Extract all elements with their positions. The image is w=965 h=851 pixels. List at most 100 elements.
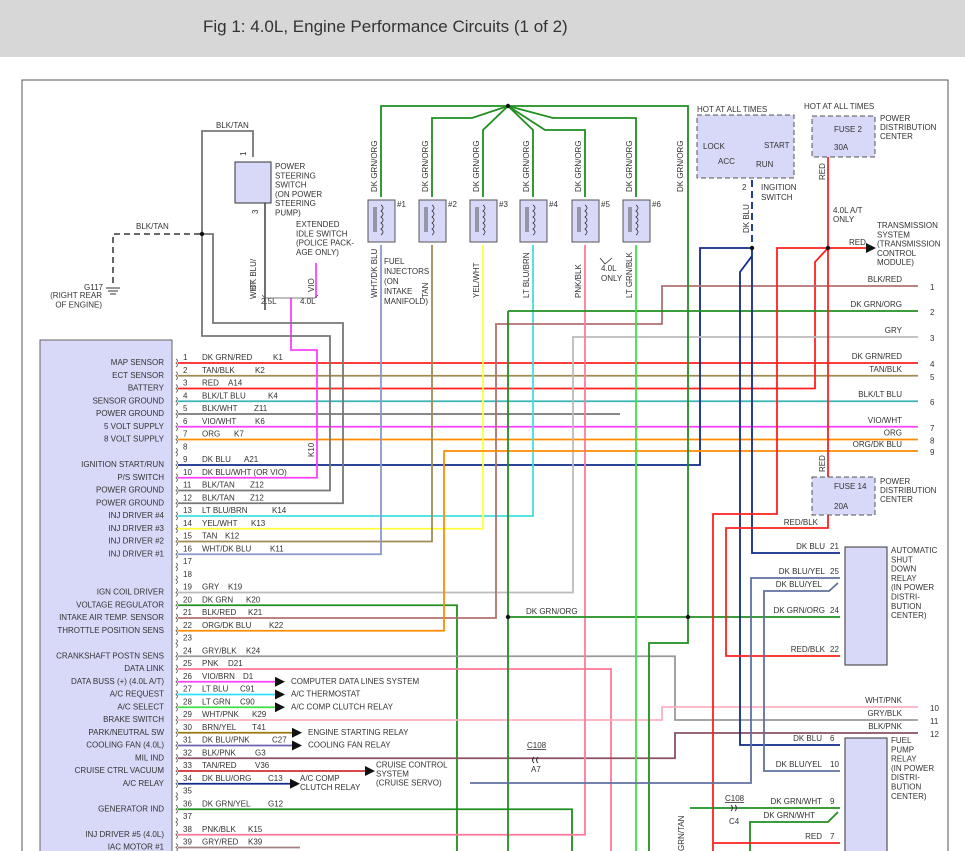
pin-function-label: PARK/NEUTRAL SW: [88, 728, 164, 737]
wire-color-label: YEL/WHT: [202, 519, 238, 528]
wire-color-label: BLK/RED: [202, 608, 236, 617]
label: CONTROL: [877, 249, 917, 258]
injector-number: #6: [652, 200, 661, 209]
splice-dot: [825, 245, 831, 251]
label: RELAY: [891, 574, 917, 583]
pin-number: 12: [183, 493, 192, 502]
circuit-code: K19: [228, 583, 243, 592]
pin-number: 39: [183, 838, 192, 847]
wire-color-label: LT BLU: [202, 685, 229, 694]
circuit-code: K39: [248, 838, 263, 847]
pin-connector-icon: [175, 626, 178, 636]
label: TRANSMISSION: [877, 221, 938, 230]
label: POWER: [275, 162, 305, 171]
wire-color-label: TAN/BLK: [869, 365, 902, 374]
circuit-code: Z12: [250, 481, 264, 490]
pin-function-label: IGNITION START/RUN: [81, 460, 164, 469]
label: PUMP: [891, 745, 914, 754]
label: MODULE): [877, 258, 914, 267]
pin-number: 2: [742, 183, 747, 192]
pin-function-label: INJ DRIVER #5 (4.0L): [85, 830, 164, 839]
wire-color-label: RED/BLK: [784, 518, 819, 527]
wire-color-label: DK GRN/ORG: [421, 140, 430, 192]
pin-function-label: DATA BUSS (+) (4.0L A/T): [71, 677, 164, 686]
fuel-injector: [469, 199, 498, 243]
wire-color-label: BLK/TAN: [216, 121, 249, 130]
wire-color-label: BLK/TAN: [202, 493, 235, 502]
pin-number: 6: [830, 734, 835, 743]
wire-color-label: LT BLU/BRN: [202, 506, 248, 515]
pin-number: 25: [183, 659, 192, 668]
circuit-code: G12: [268, 799, 284, 808]
circuit-code: D21: [228, 659, 243, 668]
label: 2.5L: [261, 297, 277, 306]
injector-number: #5: [601, 200, 610, 209]
wire-ground-dashed: [112, 233, 200, 286]
circuit-code: K14: [272, 506, 287, 515]
label: SWITCH: [761, 193, 793, 202]
circuit-code: C27: [272, 736, 287, 745]
label: FUEL: [384, 257, 405, 266]
label: WHT: [249, 281, 258, 299]
label: 4.0L: [300, 297, 316, 306]
label: SWITCH: [275, 181, 307, 190]
label: CENTER: [880, 495, 913, 504]
circuit-code: K10: [307, 442, 316, 457]
wire-color-label: BLK/PNK: [202, 748, 236, 757]
wire-injector-feed: [380, 105, 508, 197]
wire-color-label: DK GRN/ORG: [625, 140, 634, 192]
label: BUTION: [891, 602, 921, 611]
pin-number: 17: [183, 557, 192, 566]
circuit-code: Z12: [250, 493, 264, 502]
pin-connector-icon: [175, 843, 178, 851]
pin-connector-icon: [175, 409, 178, 419]
wire-color-label: BLK/PNK: [868, 722, 902, 731]
splice-dot: [749, 245, 755, 251]
pin-number: 32: [183, 748, 192, 757]
label: FUSE 14: [834, 482, 867, 491]
pin-function-label: 8 VOLT SUPPLY: [104, 435, 165, 444]
circuit-code: K11: [270, 544, 284, 553]
wire-color-label: DK BLU/YEL: [776, 580, 823, 589]
label: CRUISE CONTROL: [376, 760, 448, 769]
circuit-code: K20: [246, 595, 261, 604]
wire-color-label: DK GRN/WHT: [763, 811, 815, 820]
label: LOCK: [703, 142, 725, 151]
pin-function-label: COOLING FAN (4.0L): [86, 741, 164, 750]
label: (POLICE PACK-: [296, 239, 354, 248]
pin-number: 22: [183, 621, 192, 630]
circuit-code: K29: [252, 710, 267, 719]
wire-color-label: GRY: [885, 326, 903, 335]
injector-number: #1: [397, 200, 406, 209]
wire-color-label: GRY/BLK: [202, 646, 237, 655]
label: DISTRI-: [891, 773, 920, 782]
pin-function-label: POWER GROUND: [96, 409, 164, 418]
wire-injector-feed: [482, 105, 509, 197]
pin-connector-icon: [175, 537, 178, 546]
wire-color-label: PNK: [202, 659, 219, 668]
wire-color-label: DK GRN/ORG: [850, 300, 902, 309]
connector-pin-number: 10: [930, 704, 939, 713]
wire-color-label: PNK/BLK: [202, 825, 236, 834]
pin-number: 33: [183, 761, 192, 770]
label: FUEL: [891, 736, 912, 745]
pin-number: 37: [183, 812, 192, 821]
arrow-icon: [275, 676, 285, 687]
connector-pin-number: 5: [930, 373, 935, 382]
label: POWER: [880, 477, 910, 486]
pin-number: 34: [183, 774, 192, 783]
label: STEERING: [275, 199, 316, 208]
label: CENTER): [891, 792, 927, 801]
splice-dot: [685, 614, 691, 620]
label: IDLE SWITCH: [296, 229, 348, 238]
wire-color-label: DK BLU/ORG: [202, 774, 251, 783]
fuel-injector: [571, 199, 600, 243]
wire-color-label: RED: [849, 238, 866, 247]
pin-connector-icon: [175, 575, 178, 585]
pin-number: 19: [183, 583, 192, 592]
wire-color-label: LT GRN/BLK: [625, 251, 634, 298]
fuel-pump-relay: [844, 737, 888, 851]
injector-number: #3: [499, 200, 508, 209]
wire-color-label: BLK/TAN: [136, 222, 169, 231]
pin-connector-icon: [175, 817, 178, 827]
